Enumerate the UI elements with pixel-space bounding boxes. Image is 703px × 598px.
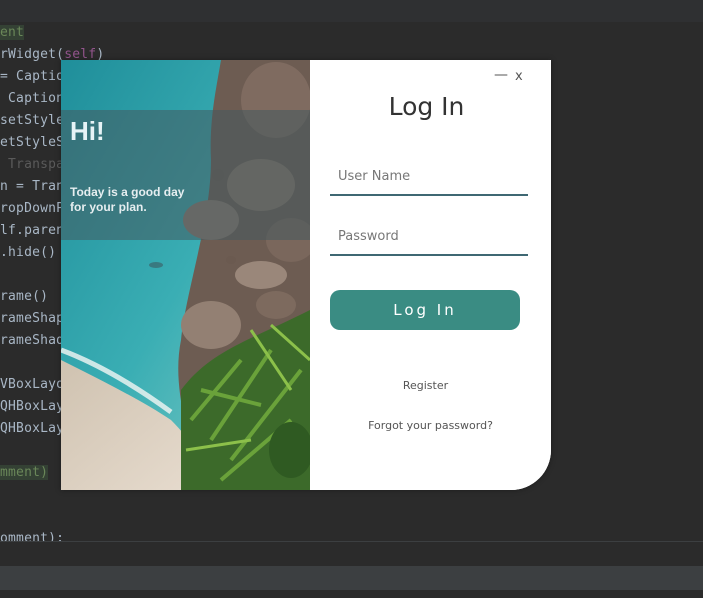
login-window: Hi! Today is a good day for your plan. —… bbox=[61, 60, 551, 490]
code-line: setStyle bbox=[0, 113, 65, 128]
forgot-password-link[interactable]: Forgot your password? bbox=[310, 419, 551, 432]
code-line: .hide() bbox=[0, 245, 57, 260]
code-line: QHBoxLay bbox=[0, 399, 65, 414]
editor-tab-bar bbox=[0, 0, 703, 22]
code-line: rame() bbox=[0, 289, 49, 304]
code-line: lf.paren bbox=[0, 223, 65, 238]
greeting-text: Hi! bbox=[70, 116, 105, 146]
tagline-line: for your plan. bbox=[70, 200, 147, 214]
tool-panel-header bbox=[0, 566, 703, 590]
close-button[interactable]: x bbox=[515, 70, 527, 84]
code-line: rameShad bbox=[0, 333, 65, 348]
minimize-button[interactable]: — bbox=[494, 68, 508, 82]
username-input[interactable] bbox=[330, 158, 528, 196]
code-line: n = Tran bbox=[0, 179, 65, 194]
code-line: Caption bbox=[0, 91, 65, 106]
login-button[interactable]: Log In bbox=[330, 290, 520, 330]
code-line: etStyleS bbox=[0, 135, 65, 150]
code-line: rameShap bbox=[0, 311, 65, 326]
code-line: mment) bbox=[0, 465, 49, 480]
register-link[interactable]: Register bbox=[305, 379, 546, 392]
login-form-panel: — x Log In Log In Register Forgot your p… bbox=[310, 60, 551, 490]
tagline: Today is a good day for your plan. bbox=[70, 185, 200, 215]
code-line: VBoxLayo bbox=[0, 377, 65, 392]
code-line: Transpa bbox=[0, 157, 65, 172]
code-line: QHBoxLay bbox=[0, 421, 65, 436]
password-input[interactable] bbox=[330, 218, 528, 256]
tagline-line: Today is a good day bbox=[70, 185, 185, 199]
login-title: Log In bbox=[388, 92, 465, 121]
code-line: ent bbox=[0, 25, 25, 40]
beach-photo: Hi! Today is a good day for your plan. bbox=[61, 60, 310, 490]
code-line: ropDownP bbox=[0, 201, 65, 216]
bottom-tool-panel bbox=[0, 542, 703, 598]
